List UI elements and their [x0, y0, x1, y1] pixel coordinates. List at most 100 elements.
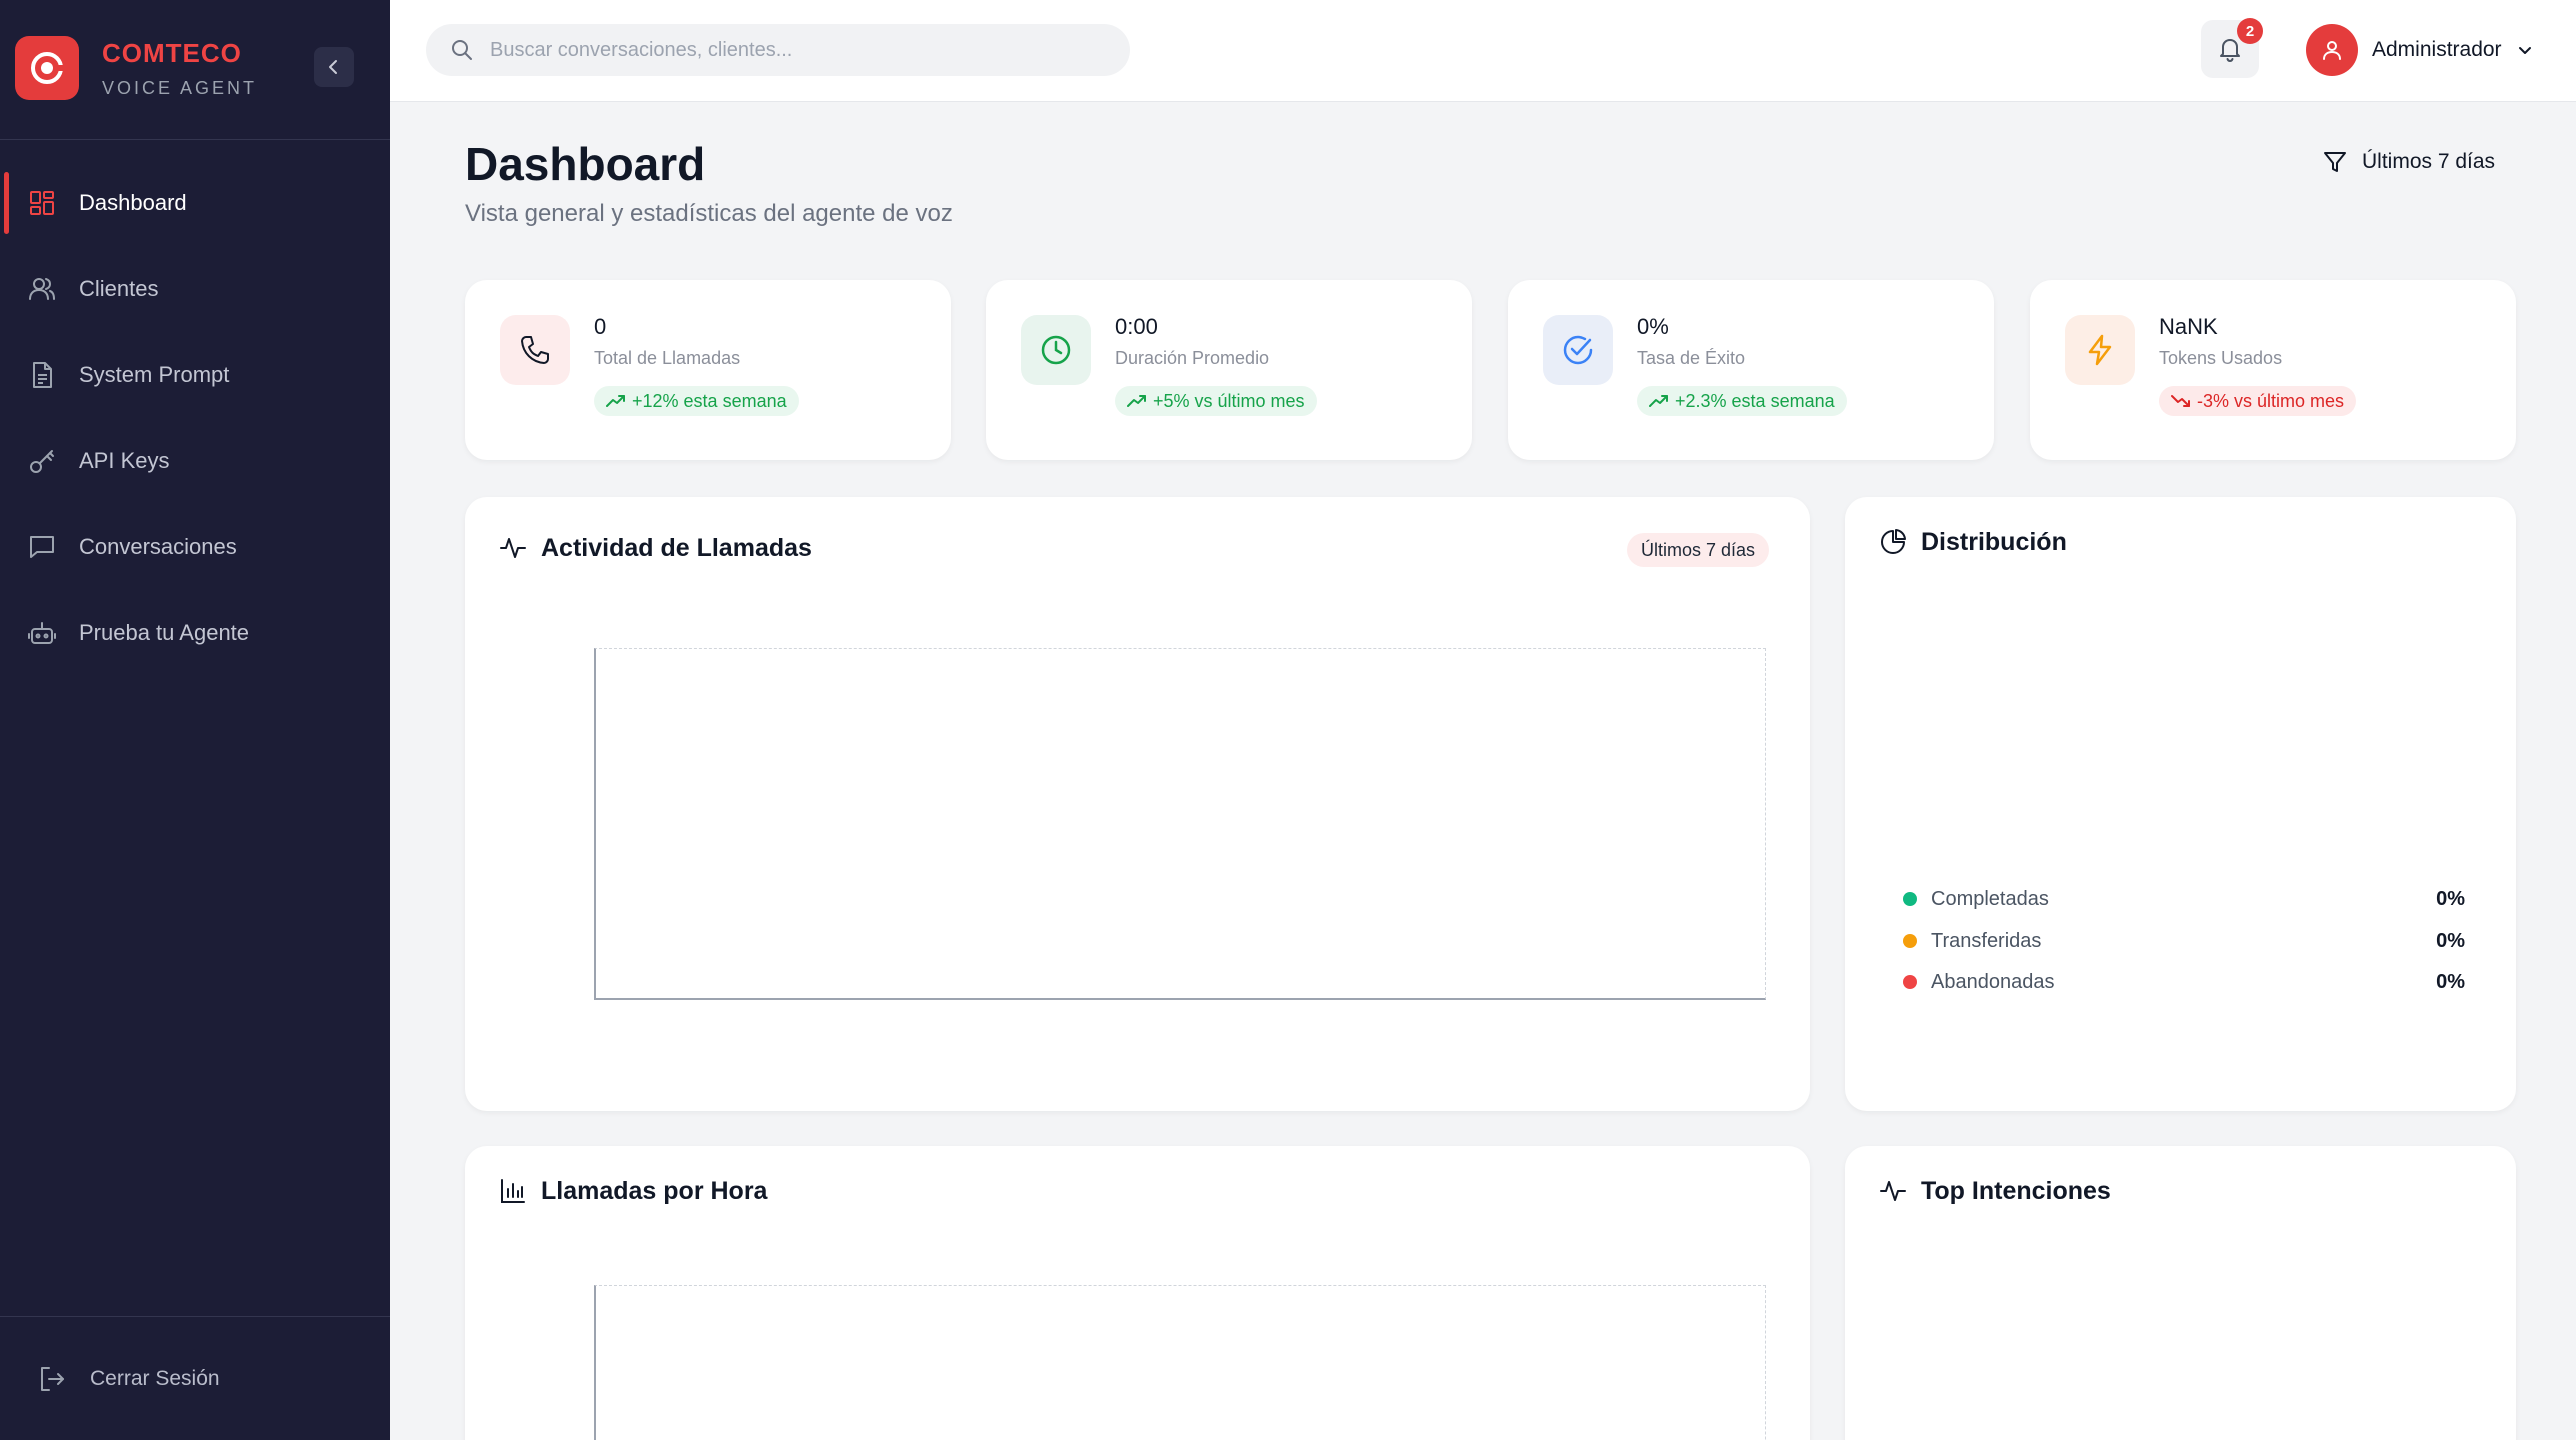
activity-icon	[499, 533, 529, 563]
grid-icon	[28, 189, 56, 217]
brand-subtitle: VOICE AGENT	[102, 78, 258, 98]
trend-up-icon	[1127, 394, 1147, 408]
stat-trend: +5% vs último mes	[1115, 386, 1317, 416]
sidebar-item-system-prompt[interactable]: System Prompt	[0, 332, 390, 418]
sidebar-item-label: System Prompt	[79, 362, 230, 387]
brand-name: COMTECO	[102, 38, 242, 68]
stat-trend: +2.3% esta semana	[1637, 386, 1847, 416]
stat-card-avg-duration: 0:00 Duración Promedio +5% vs último mes	[986, 280, 1472, 460]
user-icon	[2323, 41, 2341, 60]
chevron-down-icon	[2516, 40, 2536, 60]
sidebar-item-conversaciones[interactable]: Conversaciones	[0, 504, 390, 590]
stat-trend-text: +2.3% esta semana	[1675, 390, 1835, 411]
legend-value: 0%	[2436, 970, 2465, 993]
trend-up-icon	[1649, 394, 1669, 408]
hourly-chart-title: Llamadas por Hora	[499, 1176, 767, 1206]
stat-card-total-calls: 0 Total de Llamadas +12% esta semana	[465, 280, 951, 460]
legend-value: 0%	[2436, 929, 2465, 952]
page-title: Dashboard	[465, 138, 706, 190]
hourly-chart-card: Llamadas por Hora	[465, 1146, 1810, 1440]
legend-value: 0%	[2436, 887, 2465, 910]
logout-icon	[38, 1365, 66, 1393]
top-header: 2 Administrador	[390, 0, 2576, 102]
distribution-title: Distribución	[1879, 527, 2067, 557]
sidebar-item-label: Prueba tu Agente	[79, 620, 250, 645]
stat-label: Duración Promedio	[1115, 348, 1270, 368]
stat-trend-text: +12% esta semana	[632, 390, 787, 411]
stat-card-tokens: NaNK Tokens Usados -3% vs último mes	[2030, 280, 2516, 460]
legend-item-transferidas: Transferidas 0%	[1903, 926, 2523, 956]
stat-label: Tasa de Éxito	[1637, 348, 1746, 368]
legend-label: Transferidas	[1931, 929, 2042, 952]
legend-dot	[1903, 892, 1917, 906]
sidebar-nav: Dashboard Clientes System Prompt API Key…	[0, 160, 390, 676]
user-name: Administrador	[2372, 38, 2502, 61]
search-bar[interactable]	[426, 24, 1130, 76]
legend-dot	[1903, 934, 1917, 948]
top-intents-card: Top Intenciones	[1845, 1146, 2516, 1440]
trend-down-icon	[2171, 394, 2191, 408]
bar-chart-icon	[499, 1176, 529, 1206]
stat-value: NaNK	[2159, 314, 2218, 339]
activity-chart-card: Actividad de Llamadas Últimos 7 días	[465, 497, 1810, 1111]
avatar	[2306, 24, 2358, 76]
stat-trend-text: +5% vs último mes	[1153, 390, 1305, 411]
stat-trend-text: -3% vs último mes	[2197, 390, 2345, 411]
phone-icon	[500, 315, 570, 385]
pie-chart-icon	[1879, 527, 1909, 557]
sidebar: COMTECO VOICE AGENT Dashboard Clientes S…	[0, 0, 390, 1440]
search-input[interactable]	[490, 38, 1090, 62]
sidebar-item-dashboard[interactable]: Dashboard	[0, 160, 390, 246]
sidebar-item-label: API Keys	[79, 448, 170, 473]
page-subtitle: Vista general y estadísticas del agente …	[465, 200, 953, 227]
activity-chart-title: Actividad de Llamadas	[499, 533, 812, 563]
filter-icon	[2322, 148, 2350, 176]
chevron-left-icon	[329, 60, 337, 74]
stat-card-success-rate: 0% Tasa de Éxito +2.3% esta semana	[1508, 280, 1994, 460]
stat-trend: +12% esta semana	[594, 386, 799, 416]
hourly-title-text: Llamadas por Hora	[541, 1176, 768, 1205]
legend-dot	[1903, 975, 1917, 989]
top-intents-title: Top Intenciones	[1879, 1176, 2111, 1206]
document-icon	[28, 361, 56, 389]
activity-period-badge: Últimos 7 días	[1627, 533, 1770, 567]
distribution-card: Distribución Completadas 0% Transferidas…	[1845, 497, 2516, 1111]
clock-icon	[1021, 315, 1091, 385]
notifications-badge: 2	[2237, 18, 2263, 44]
legend-item-completadas: Completadas 0%	[1903, 884, 2523, 914]
sidebar-item-clientes[interactable]: Clientes	[0, 246, 390, 332]
message-icon	[28, 533, 56, 561]
logout-label: Cerrar Sesión	[90, 1366, 220, 1390]
top-intents-title-text: Top Intenciones	[1921, 1176, 2111, 1205]
activity-title-text: Actividad de Llamadas	[541, 533, 812, 562]
stat-value: 0	[594, 314, 607, 339]
brand-logo[interactable]	[15, 36, 79, 100]
sidebar-item-api-keys[interactable]: API Keys	[0, 418, 390, 504]
date-filter-label: Últimos 7 días	[2362, 150, 2496, 173]
sidebar-item-label: Clientes	[79, 276, 159, 301]
legend-label: Completadas	[1931, 887, 2049, 910]
date-filter-button[interactable]: Últimos 7 días	[2322, 148, 2495, 176]
bolt-icon	[2065, 315, 2135, 385]
search-icon	[452, 40, 472, 60]
users-icon	[28, 275, 56, 303]
distribution-title-text: Distribución	[1921, 527, 2067, 556]
user-menu[interactable]: Administrador	[2306, 24, 2536, 76]
activity-chart-plot-area	[594, 648, 1766, 1000]
stat-value: 0:00	[1115, 314, 1158, 339]
sidebar-item-label: Dashboard	[79, 190, 187, 215]
bot-icon	[28, 619, 56, 647]
legend-item-abandonadas: Abandonadas 0%	[1903, 967, 2523, 997]
check-circle-icon	[1543, 315, 1613, 385]
brand: COMTECO VOICE AGENT	[0, 0, 390, 140]
collapse-sidebar-button[interactable]	[314, 47, 354, 87]
sidebar-item-label: Conversaciones	[79, 534, 237, 559]
hourly-chart-plot-area	[594, 1285, 1766, 1440]
logout-button[interactable]: Cerrar Sesión	[0, 1316, 390, 1440]
stat-label: Total de Llamadas	[594, 348, 741, 368]
signal-logo-icon	[31, 52, 64, 84]
stat-label: Tokens Usados	[2159, 348, 2283, 368]
activity-icon	[1879, 1176, 1909, 1206]
sidebar-item-prueba-agente[interactable]: Prueba tu Agente	[0, 590, 390, 676]
stat-value: 0%	[1637, 314, 1669, 339]
